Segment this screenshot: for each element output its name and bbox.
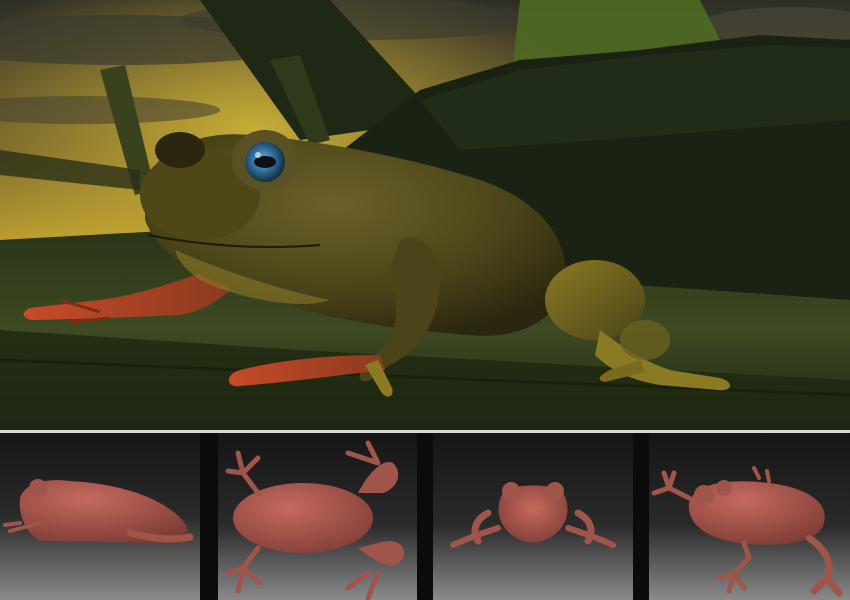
sculpt-thumbnail-strip (0, 433, 850, 600)
thumbnail-gap (633, 433, 649, 600)
clay-frog-top-view (218, 433, 417, 600)
rendered-frog-on-leaf (0, 0, 850, 430)
clay-frog-side-view (0, 433, 200, 600)
clay-frog-three-quarter-view (649, 433, 850, 600)
clay-frog-front-view (433, 433, 633, 600)
thumbnail-gap (417, 433, 433, 600)
thumbnail-gap (200, 433, 218, 600)
